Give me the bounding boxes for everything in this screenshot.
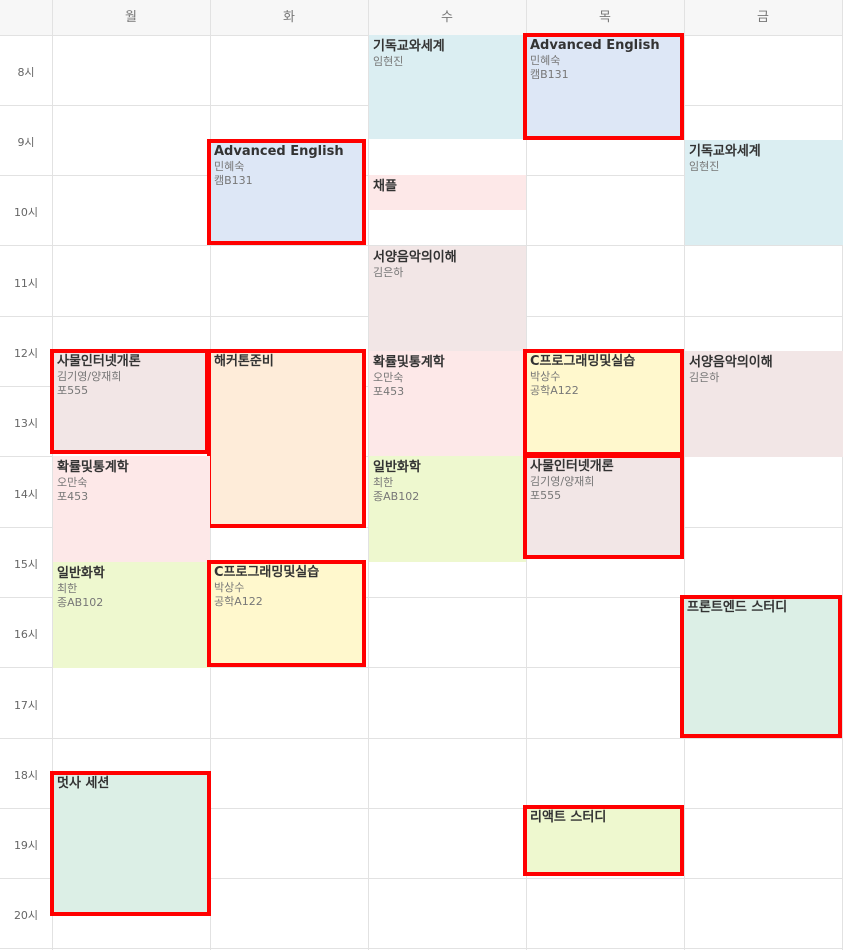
event-professor: 김기영/양재희: [530, 475, 595, 488]
event-title: 확률및통계학: [57, 460, 129, 475]
hour-label: 19시: [13, 839, 39, 852]
event-professor: 민혜숙: [530, 54, 561, 67]
hour-label: 10시: [13, 206, 39, 219]
event-title: 기독교와세계: [689, 144, 761, 159]
event-professor: 김은하: [689, 371, 720, 384]
event-title: 채플: [373, 179, 397, 194]
event-block-highlighted[interactable]: 사물인터넷개론 김기영/양재희 포555: [523, 454, 684, 559]
event-professor: 최한: [57, 582, 78, 595]
event-block-highlighted[interactable]: Advanced English 민혜숙 캠B131: [207, 139, 366, 245]
event-block[interactable]: 확률및통계학 오만숙 포453: [369, 351, 526, 457]
event-title: 확률및통계학: [373, 355, 445, 370]
event-title: Advanced English: [214, 144, 344, 159]
hour-label: 17시: [13, 699, 39, 712]
event-professor: 임현진: [689, 160, 720, 173]
hour-label: 15시: [13, 558, 39, 571]
event-professor: 박상수: [530, 370, 561, 383]
event-room: 포453: [373, 385, 405, 398]
event-room: 캠B131: [214, 174, 253, 187]
event-professor: 최한: [373, 476, 394, 489]
event-title: 사물인터넷개론: [530, 459, 614, 474]
grid-line: [0, 738, 843, 739]
event-room: 공학A122: [530, 384, 579, 397]
event-room: 포555: [57, 384, 89, 397]
event-block-highlighted[interactable]: 사물인터넷개론 김기영/양재희 포555: [50, 349, 209, 454]
hour-label: 16시: [13, 628, 39, 641]
event-block[interactable]: 채플: [369, 175, 526, 210]
event-title: 프론트엔드 스터디: [687, 600, 788, 615]
event-title: 멋사 세션: [57, 776, 110, 791]
event-block[interactable]: 확률및통계학 오만숙 포453: [53, 456, 210, 562]
event-room: 캠B131: [530, 68, 569, 81]
hour-label: 12시: [13, 347, 39, 360]
event-professor: 박상수: [214, 581, 245, 594]
event-professor: 김은하: [373, 266, 404, 279]
event-title: 해커톤준비: [214, 354, 274, 369]
day-header-mon: 월: [125, 10, 137, 25]
event-title: 일반화학: [57, 566, 105, 581]
event-title: 일반화학: [373, 460, 421, 475]
event-block-highlighted[interactable]: 해커톤준비: [207, 349, 366, 528]
event-block-highlighted[interactable]: 프론트엔드 스터디: [680, 595, 842, 738]
event-room: 포453: [57, 490, 89, 503]
event-title: 서양음악의이해: [373, 250, 457, 265]
day-header-fri: 금: [757, 10, 769, 25]
event-block[interactable]: 일반화학 최한 종AB102: [53, 562, 210, 668]
hour-label: 13시: [13, 417, 39, 430]
event-title: 리액트 스터디: [530, 810, 607, 825]
event-block[interactable]: 일반화학 최한 종AB102: [369, 456, 526, 562]
event-block[interactable]: 서양음악의이해 김은하: [685, 351, 843, 457]
event-professor: 김기영/양재희: [57, 370, 122, 383]
event-professor: 오만숙: [57, 476, 88, 489]
event-title: 서양음악의이해: [689, 355, 773, 370]
event-title: C프로그래밍및실습: [214, 565, 320, 580]
event-title: 기독교와세계: [373, 39, 445, 54]
event-title: Advanced English: [530, 38, 660, 53]
event-block-highlighted[interactable]: Advanced English 민혜숙 캠B131: [523, 33, 684, 140]
day-header-tue: 화: [283, 10, 295, 25]
hour-label: 18시: [13, 769, 39, 782]
day-header-thu: 목: [599, 10, 611, 25]
event-block-highlighted[interactable]: C프로그래밍및실습 박상수 공학A122: [207, 560, 366, 667]
event-room: 공학A122: [214, 595, 263, 608]
event-title: 사물인터넷개론: [57, 354, 141, 369]
event-block[interactable]: 기독교와세계 임현진: [369, 35, 526, 139]
event-professor: 오만숙: [373, 371, 404, 384]
event-block-highlighted[interactable]: 리액트 스터디: [523, 805, 684, 876]
hour-label: 9시: [17, 136, 35, 149]
event-block[interactable]: 서양음악의이해 김은하: [369, 246, 526, 351]
hour-label: 14시: [13, 488, 39, 501]
event-professor: 민혜숙: [214, 160, 245, 173]
event-block-highlighted[interactable]: C프로그래밍및실습 박상수 공학A122: [523, 349, 684, 456]
event-room: 종AB102: [373, 490, 420, 503]
hour-label: 20시: [13, 909, 39, 922]
event-room: 포555: [530, 489, 562, 502]
grid-line: [0, 948, 843, 949]
hour-label: 8시: [17, 66, 35, 79]
event-professor: 임현진: [373, 55, 404, 68]
event-block-highlighted[interactable]: 멋사 세션: [50, 771, 211, 916]
hour-label: 11시: [13, 277, 39, 290]
event-title: C프로그래밍및실습: [530, 354, 636, 369]
day-header-wed: 수: [441, 10, 453, 25]
event-room: 종AB102: [57, 596, 104, 609]
event-block[interactable]: 기독교와세계 임현진: [685, 140, 843, 245]
